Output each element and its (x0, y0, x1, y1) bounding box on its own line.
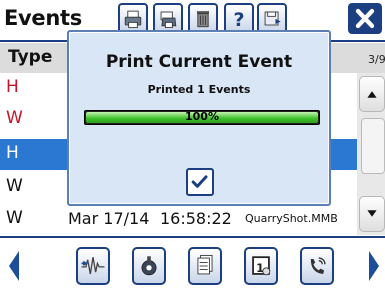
event-type: H (6, 143, 19, 163)
help-icon: ? (233, 9, 244, 31)
svg-text:?: ? (233, 9, 244, 31)
ok-button[interactable] (186, 168, 214, 196)
nav-left-icon[interactable] (6, 248, 22, 284)
page-title: Events (4, 6, 82, 30)
calendar-button[interactable]: 1 (244, 247, 278, 285)
triangle-up-icon (367, 91, 377, 98)
close-button[interactable] (348, 3, 382, 34)
event-date: Mar 17/14 (68, 209, 150, 228)
nav-right-icon[interactable] (366, 248, 382, 284)
phone-icon (310, 257, 326, 274)
dialog-message: Printed 1 Events (147, 83, 251, 96)
monitor-button[interactable] (132, 247, 166, 285)
print-icon (124, 10, 142, 29)
event-type: W (6, 176, 23, 196)
progress-bar: 100% (84, 110, 320, 125)
phone-button[interactable] (300, 247, 334, 285)
column-header-type: Type (8, 47, 53, 67)
scroll-down-button[interactable] (359, 196, 385, 232)
dialog-title: Print Current Event (105, 52, 293, 72)
event-type: H (6, 77, 19, 97)
table-row[interactable]: W Mar 17/14 16:58:22 QuarryShot.MMB (0, 204, 357, 235)
documents-button[interactable] (188, 247, 222, 285)
page-count: 3/9 (368, 53, 385, 66)
monitor-icon (141, 256, 157, 276)
event-type: W (6, 208, 23, 228)
scroll-up-button[interactable] (359, 76, 385, 112)
event-type: W (6, 108, 23, 128)
print-dialog: Print Current Event Printed 1 Events 100… (67, 30, 331, 206)
fax-print-icon (160, 11, 177, 29)
waveform-button[interactable] (76, 247, 110, 285)
progress-label: 100% (185, 110, 219, 123)
save-icon (264, 11, 281, 26)
event-file: QuarryShot.MMB (245, 212, 338, 225)
scrollbar-thumb[interactable] (361, 118, 385, 174)
triangle-down-icon (367, 210, 377, 217)
waveform-icon (81, 257, 105, 275)
close-icon (355, 8, 375, 29)
checkmark-icon (191, 175, 208, 188)
trash-icon (196, 11, 210, 28)
documents-icon (197, 254, 213, 275)
calendar-icon: 1 (252, 256, 271, 276)
event-time: 16:58:22 (160, 209, 232, 228)
